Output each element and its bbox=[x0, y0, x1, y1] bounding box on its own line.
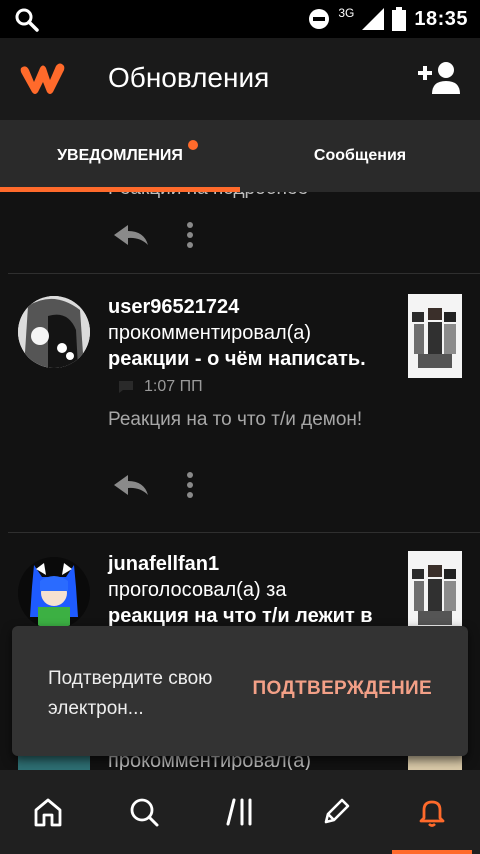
verify-email-snackbar: Подтвердите свою электрон... ПОДТВЕРЖДЕН… bbox=[12, 626, 468, 756]
app-bar: Обновления bbox=[0, 38, 480, 120]
more-options-icon[interactable] bbox=[186, 471, 194, 499]
username[interactable]: junafellfan1 bbox=[108, 553, 219, 576]
bell-icon bbox=[419, 800, 445, 827]
story-cover[interactable] bbox=[408, 754, 462, 770]
page-title: Обновления bbox=[108, 62, 270, 93]
library-icon bbox=[226, 798, 252, 826]
avatar[interactable] bbox=[18, 557, 90, 629]
story-cover[interactable] bbox=[408, 294, 462, 378]
status-bar: 3G 18:35 bbox=[0, 0, 480, 38]
tab-notifications[interactable]: УВЕДОМЛЕНИЯ bbox=[0, 120, 240, 192]
home-icon bbox=[34, 798, 62, 827]
nav-write[interactable] bbox=[288, 770, 384, 854]
network-type: 3G bbox=[338, 6, 355, 20]
do-not-disturb-icon bbox=[309, 9, 330, 29]
more-options-icon[interactable] bbox=[186, 221, 194, 249]
username[interactable]: user96521724 bbox=[108, 296, 239, 319]
pencil-icon bbox=[324, 798, 350, 824]
avatar[interactable] bbox=[18, 754, 90, 770]
item-actions bbox=[112, 470, 194, 500]
story-title[interactable]: реакция на что т/и лежит в bbox=[108, 605, 373, 628]
time-text: 1:07 ПП bbox=[144, 378, 203, 395]
clock: 18:35 bbox=[414, 7, 468, 30]
unread-badge bbox=[188, 140, 198, 150]
story-cover[interactable] bbox=[408, 551, 462, 635]
search-icon bbox=[130, 798, 159, 827]
comment-text: Реакция на то что т/и демон! bbox=[108, 409, 363, 430]
nav-home[interactable] bbox=[0, 770, 96, 854]
story-title[interactable]: реакции - о чём написать. bbox=[108, 348, 366, 371]
notification-item[interactable]: user96521724 прокомментировал(а) реакции… bbox=[0, 274, 480, 532]
tab-messages[interactable]: Сообщения bbox=[240, 120, 480, 192]
avatar[interactable] bbox=[18, 296, 90, 368]
signal-icon bbox=[362, 8, 385, 30]
tab-label: Сообщения bbox=[313, 147, 407, 164]
nav-library[interactable] bbox=[192, 770, 288, 854]
nav-notifications[interactable] bbox=[384, 770, 480, 854]
comment-icon bbox=[119, 381, 133, 393]
nav-search[interactable] bbox=[96, 770, 192, 854]
tab-bar: УВЕДОМЛЕНИЯ Сообщения bbox=[0, 120, 480, 192]
item-actions bbox=[112, 220, 194, 250]
timestamp: 1:07 ПП bbox=[118, 378, 203, 396]
reply-icon[interactable] bbox=[112, 223, 150, 247]
search-icon bbox=[15, 8, 39, 32]
notification-action: проголосовал(а) за bbox=[108, 579, 287, 601]
tab-label: УВЕДОМЛЕНИЯ bbox=[57, 147, 183, 164]
reply-icon[interactable] bbox=[112, 473, 150, 497]
wattpad-logo[interactable] bbox=[18, 58, 66, 98]
snackbar-message: Подтвердите свою электрон... bbox=[48, 668, 213, 719]
battery-icon bbox=[392, 7, 407, 31]
confirm-button[interactable]: ПОДТВЕРЖДЕНИЕ bbox=[253, 678, 432, 700]
partial-story-text: Реакции на подробнее bbox=[108, 192, 308, 200]
add-user-icon[interactable] bbox=[418, 60, 460, 96]
bottom-navigation bbox=[0, 770, 480, 854]
notification-action: прокомментировал(а) bbox=[108, 322, 312, 344]
